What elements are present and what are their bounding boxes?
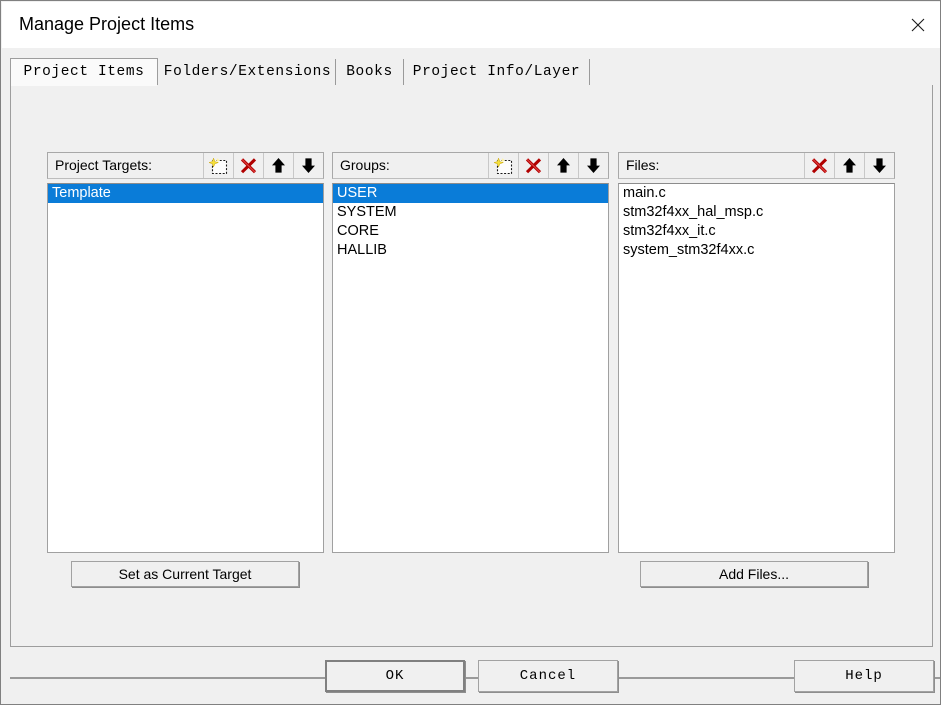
groups-move-down-button[interactable] [578, 153, 608, 178]
project-targets-toolbar [203, 153, 323, 178]
files-header: Files: [618, 152, 895, 179]
tab-folders-extensions[interactable]: Folders/Extensions [160, 59, 336, 85]
list-item-label: USER [337, 185, 378, 201]
active-tab-mask [11, 85, 157, 86]
files-delete-button[interactable] [804, 153, 834, 178]
move-down-arrow-icon [871, 157, 888, 174]
list-item-label: stm32f4xx_hal_msp.c [623, 204, 764, 220]
delete-x-icon [524, 157, 543, 175]
list-item[interactable]: HALLIB [333, 241, 608, 260]
groups-new-button[interactable] [488, 153, 518, 178]
list-item[interactable]: USER [333, 184, 608, 203]
project-targets-column: Project Targets: Template [47, 152, 324, 553]
list-item-label: CORE [337, 223, 379, 239]
project-targets-label: Project Targets: [55, 157, 153, 173]
groups-column: Groups: USER SYSTEM CORE HALLIB [332, 152, 609, 553]
list-item[interactable]: system_stm32f4xx.c [619, 241, 894, 260]
tab-label: Project Items [23, 64, 145, 80]
list-item[interactable]: main.c [619, 184, 894, 203]
delete-x-icon [239, 157, 258, 175]
list-item-label: main.c [623, 185, 666, 201]
list-item-label: system_stm32f4xx.c [623, 242, 755, 258]
cancel-label: Cancel [519, 668, 577, 684]
move-up-arrow-icon [841, 157, 858, 174]
groups-label: Groups: [340, 157, 390, 173]
files-move-down-button[interactable] [864, 153, 894, 178]
targets-delete-button[interactable] [233, 153, 263, 178]
move-down-arrow-icon [585, 157, 602, 174]
targets-new-button[interactable] [203, 153, 233, 178]
tab-label: Project Info/Layer [412, 63, 581, 80]
files-toolbar [804, 153, 894, 178]
new-item-icon [494, 156, 513, 175]
groups-toolbar [488, 153, 608, 178]
list-item-label: SYSTEM [337, 204, 397, 220]
cancel-button[interactable]: Cancel [478, 660, 618, 692]
add-files-label: Add Files... [718, 566, 790, 582]
manage-project-items-dialog: Manage Project Items Project Items Folde… [0, 0, 941, 705]
tab-project-items[interactable]: Project Items [10, 58, 158, 85]
targets-move-down-button[interactable] [293, 153, 323, 178]
targets-move-up-button[interactable] [263, 153, 293, 178]
help-label: Help [845, 668, 883, 684]
groups-header: Groups: [332, 152, 609, 179]
tab-label: Books [346, 63, 393, 80]
title-bar: Manage Project Items [2, 2, 940, 48]
files-move-up-button[interactable] [834, 153, 864, 178]
list-item-label: HALLIB [337, 242, 387, 258]
delete-x-icon [810, 157, 829, 175]
ok-label: OK [385, 668, 405, 684]
list-item[interactable]: stm32f4xx_it.c [619, 222, 894, 241]
tab-books[interactable]: Books [336, 59, 404, 85]
groups-delete-button[interactable] [518, 153, 548, 178]
list-item-label: stm32f4xx_it.c [623, 223, 716, 239]
new-item-icon [209, 156, 228, 175]
move-down-arrow-icon [300, 157, 317, 174]
close-x-icon [911, 18, 925, 32]
add-files-button[interactable]: Add Files... [640, 561, 868, 587]
window-title: Manage Project Items [19, 14, 195, 34]
help-button[interactable]: Help [794, 660, 934, 692]
project-targets-listbox[interactable]: Template [47, 183, 324, 553]
set-as-current-target-button[interactable]: Set as Current Target [71, 561, 299, 587]
move-up-arrow-icon [555, 157, 572, 174]
list-item[interactable]: SYSTEM [333, 203, 608, 222]
tab-label: Folders/Extensions [163, 63, 332, 80]
list-item-label: Template [52, 185, 111, 201]
list-item[interactable]: CORE [333, 222, 608, 241]
close-button[interactable] [895, 2, 940, 48]
files-column: Files: main.c stm32f4xx_hal_msp.c stm32f… [618, 152, 895, 553]
groups-move-up-button[interactable] [548, 153, 578, 178]
ok-button[interactable]: OK [325, 660, 465, 692]
files-label: Files: [626, 157, 660, 173]
files-listbox[interactable]: main.c stm32f4xx_hal_msp.c stm32f4xx_it.… [618, 183, 895, 553]
project-targets-header: Project Targets: [47, 152, 324, 179]
set-as-current-target-label: Set as Current Target [118, 566, 252, 582]
dialog-client-area: Project Items Folders/Extensions Books P… [2, 48, 940, 704]
groups-listbox[interactable]: USER SYSTEM CORE HALLIB [332, 183, 609, 553]
move-up-arrow-icon [270, 157, 287, 174]
list-item[interactable]: Template [48, 184, 323, 203]
tab-project-info-layer[interactable]: Project Info/Layer [404, 59, 590, 85]
list-item[interactable]: stm32f4xx_hal_msp.c [619, 203, 894, 222]
